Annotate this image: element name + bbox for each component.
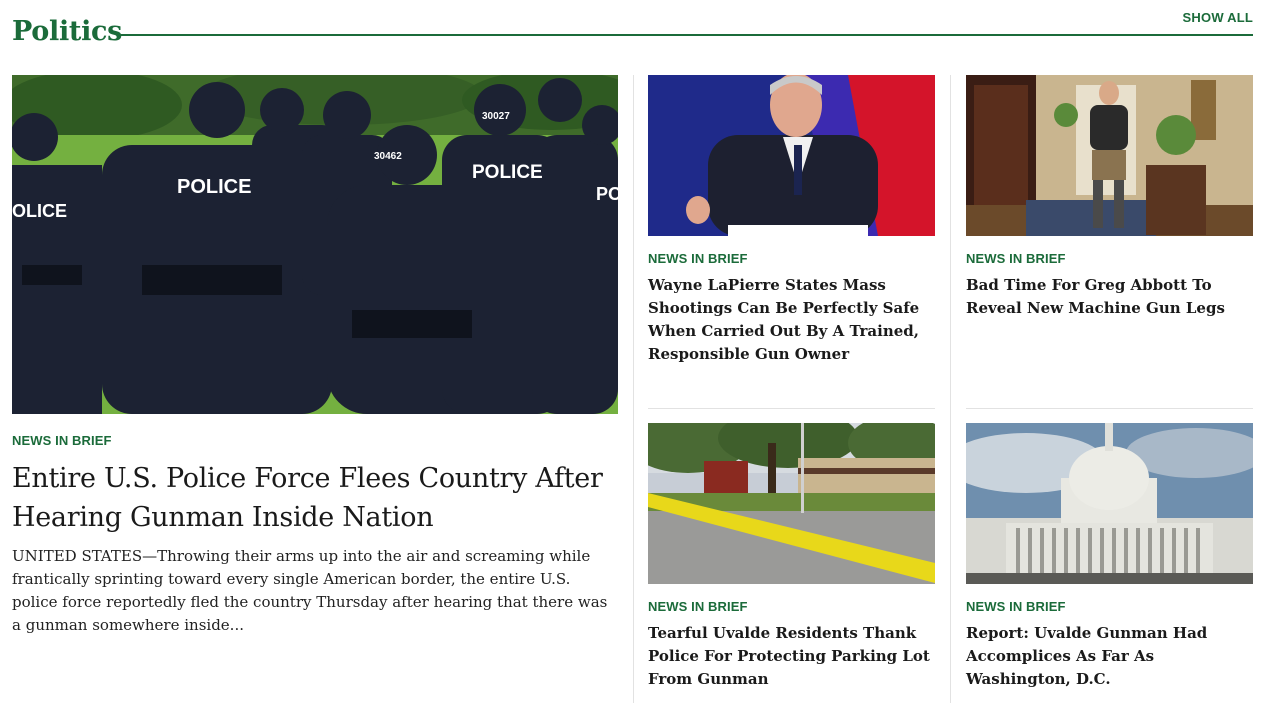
feature-tag[interactable]: NEWS IN BRIEF [12,433,112,448]
article-tag[interactable]: NEWS IN BRIEF [966,599,1066,614]
vest-text-1: POLICE [177,176,251,198]
article-image[interactable] [966,423,1253,584]
section-title[interactable]: Politics [12,16,122,47]
vest-text-3: OLICE [12,201,67,221]
article-headline[interactable]: Wayne LaPierre States Mass Shootings Can… [648,274,934,366]
helmet-number-2: 30462 [374,151,402,162]
article-tag[interactable]: NEWS IN BRIEF [966,251,1066,266]
feature-summary: UNITED STATES—Throwing their arms up int… [12,547,608,634]
article-headline[interactable]: Tearful Uvalde Residents Thank Police Fo… [648,622,934,691]
row-divider [648,408,935,409]
vest-text-4: PO [596,184,618,204]
section-divider [121,34,1253,36]
article-headline[interactable]: Report: Uvalde Gunman Had Accomplices As… [966,622,1253,691]
vest-text-2: POLICE [472,162,543,183]
article-tag[interactable]: NEWS IN BRIEF [648,251,748,266]
article-tag[interactable]: NEWS IN BRIEF [648,599,748,614]
article-image[interactable] [648,75,935,236]
feature-headline[interactable]: Entire U.S. Police Force Flees Country A… [12,459,612,537]
feature-image[interactable]: POLICE POLICE OLICE PO 30027 30462 [12,75,618,414]
article-image[interactable] [966,75,1253,236]
column-divider [950,75,951,703]
row-divider [966,408,1253,409]
show-all-link[interactable]: SHOW ALL [1183,10,1253,25]
helmet-number: 30027 [482,111,510,122]
column-divider [633,75,634,703]
article-headline[interactable]: Bad Time For Greg Abbott To Reveal New M… [966,274,1253,320]
article-image[interactable] [648,423,935,584]
